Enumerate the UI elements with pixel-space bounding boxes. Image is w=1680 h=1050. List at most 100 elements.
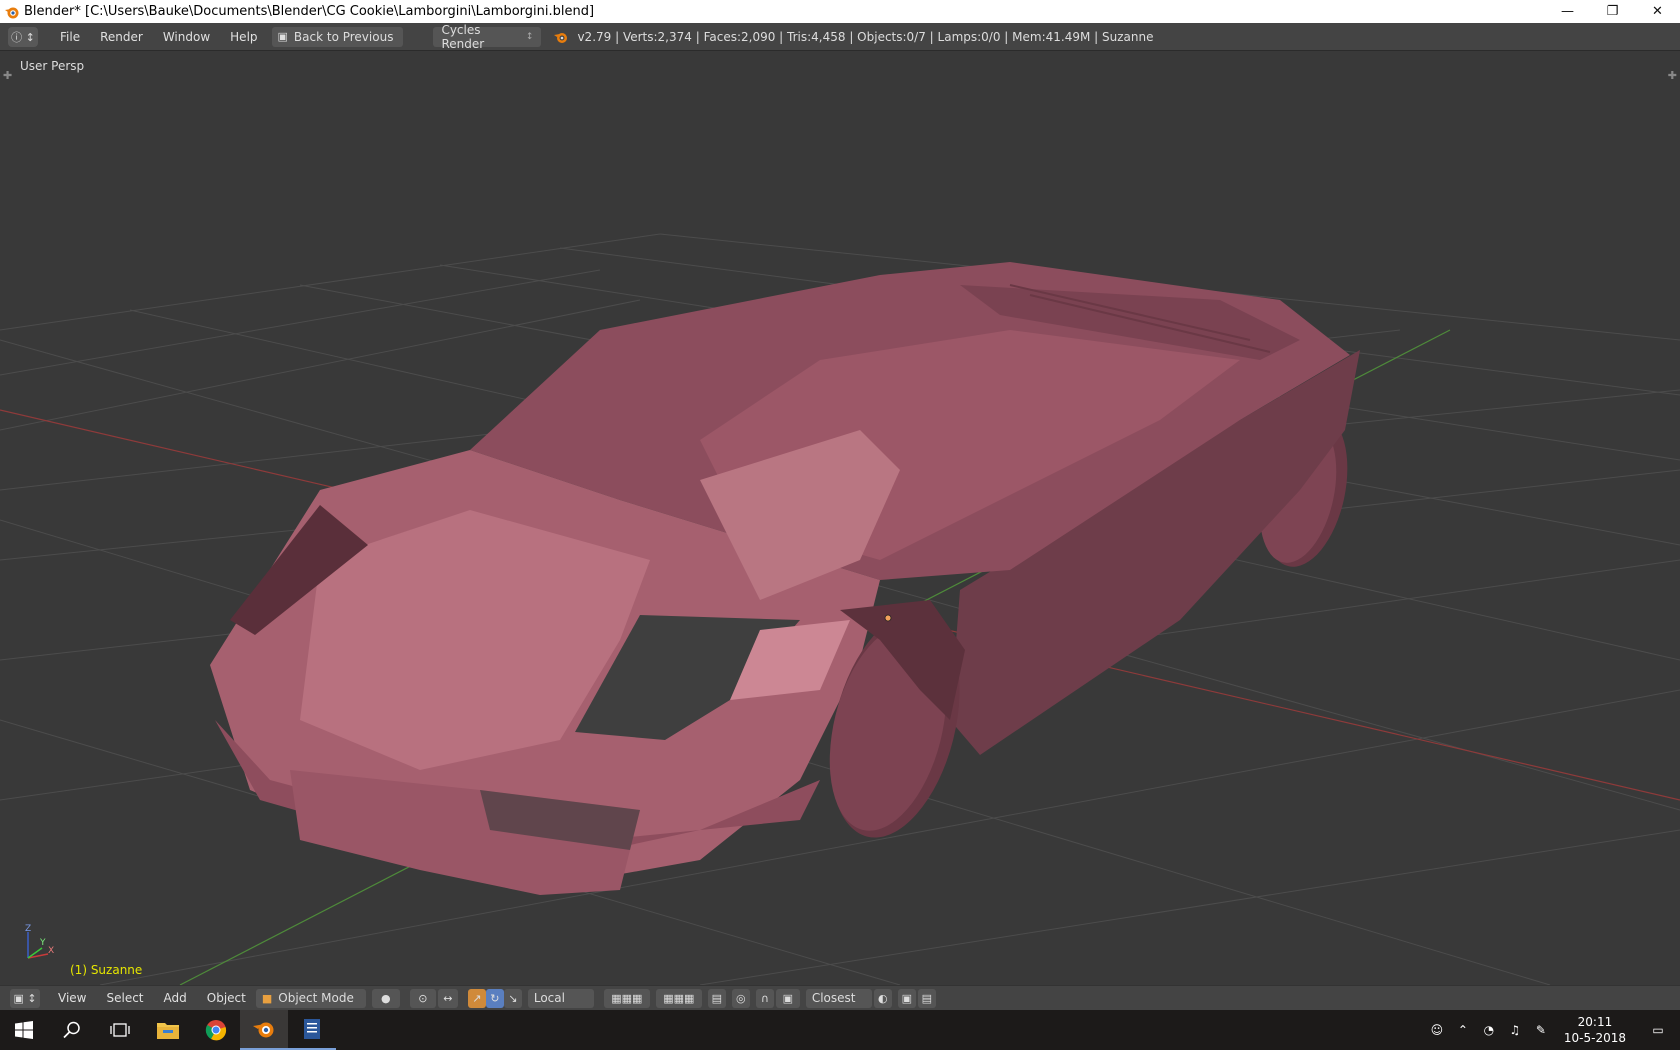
orientation-label: Local	[533, 991, 565, 1005]
menu-render[interactable]: Render	[90, 23, 153, 51]
lock-icon: ▤	[711, 991, 723, 1005]
scale-manipulator[interactable]: ↘	[503, 988, 522, 1008]
wifi-icon: ◔	[1483, 1023, 1495, 1037]
proportional-icon: ◎	[736, 991, 746, 1005]
layers-grid-1[interactable]: ▦▦▦	[603, 988, 650, 1008]
people-button[interactable]: ☺	[1424, 1010, 1450, 1050]
window-titlebar: Blender* [C:\Users\Bauke\Documents\Blend…	[0, 0, 1680, 23]
render-engine-select[interactable]: Cycles Render ↕	[433, 23, 542, 51]
blender-icon	[253, 1022, 274, 1038]
mode-select[interactable]: ■ Object Mode	[255, 988, 366, 1008]
search-button[interactable]	[48, 1010, 96, 1050]
clock[interactable]: 20:11 10-5-2018	[1564, 1014, 1626, 1046]
car-model[interactable]	[210, 262, 1360, 895]
stats-text: v2.79 | Verts:2,374 | Faces:2,090 | Tris…	[577, 29, 1154, 44]
notepad-icon	[304, 1019, 320, 1039]
dropdown-arrows-icon: ↕	[525, 31, 534, 42]
system-tray: ☺ ⌃ ◔ ♫ ✎ 20:11 10-5-2018 ▭	[1424, 1010, 1680, 1050]
chrome-button[interactable]	[192, 1010, 240, 1050]
menu-file[interactable]: File	[50, 23, 90, 51]
windows-taskbar: ☺ ⌃ ◔ ♫ ✎ 20:11 10-5-2018 ▭	[0, 1010, 1680, 1050]
lock-camera-button[interactable]: ▤	[707, 988, 726, 1008]
layers-icon: ▦▦▦	[611, 991, 643, 1005]
window-title: Blender* [C:\Users\Bauke\Documents\Blend…	[24, 4, 595, 19]
layers-grid-2[interactable]: ▦▦▦	[655, 988, 702, 1008]
camera-icon: ▣	[901, 991, 913, 1005]
rotate-manipulator[interactable]: ↻	[485, 988, 504, 1008]
file-explorer-icon	[157, 1023, 179, 1039]
menu-add[interactable]: Add	[154, 991, 197, 1005]
file-explorer-button[interactable]	[144, 1010, 192, 1050]
hidden-icons-button[interactable]: ⌃	[1450, 1010, 1476, 1050]
editor-type-button[interactable]: ⓘ ↕	[8, 26, 38, 47]
close-icon: ✕	[1652, 4, 1663, 19]
network-button[interactable]: ◔	[1476, 1010, 1502, 1050]
translate-manipulator[interactable]: ↗	[467, 988, 486, 1008]
minimize-icon: —	[1561, 4, 1574, 19]
notification-icon: ▭	[1652, 1023, 1664, 1037]
render-animation-button[interactable]: ▤	[917, 988, 936, 1008]
manipulator-icon: ↔	[443, 991, 453, 1005]
axis-label-x: X	[48, 946, 55, 956]
minimize-button[interactable]: —	[1545, 0, 1590, 23]
start-button[interactable]	[0, 1010, 48, 1050]
blender-logo-icon	[554, 32, 568, 43]
chrome-icon	[205, 1020, 227, 1041]
manipulator-toggle[interactable]: ↔	[437, 988, 458, 1008]
restore-icon: ❐	[1606, 4, 1619, 19]
clock-date: 10-5-2018	[1563, 1031, 1626, 1045]
rotate-icon: ↻	[490, 991, 500, 1005]
properties-toggle-icon[interactable]: ✚	[1668, 69, 1677, 82]
people-icon: ☺	[1430, 1023, 1444, 1037]
pivot-point-select[interactable]: ⊙	[409, 988, 436, 1008]
3d-viewport[interactable]: Z X Y User Persp ✚ ✚ (1) Suzanne	[0, 51, 1680, 985]
pivot-icon: ⊙	[418, 991, 428, 1005]
mode-label: Object Mode	[278, 991, 354, 1005]
speaker-icon: ♫	[1509, 1023, 1521, 1037]
snap-element-select[interactable]: ▣	[775, 988, 800, 1008]
restore-button[interactable]: ❐	[1590, 0, 1635, 23]
snap-target-label: Closest	[811, 991, 856, 1005]
screen-icon: ▣	[277, 30, 288, 43]
toolshelf-toggle-icon[interactable]: ✚	[3, 69, 12, 82]
magnet-icon: ∩	[760, 991, 769, 1005]
pen-icon: ✎	[1535, 1023, 1546, 1037]
editor-type-button[interactable]: ▣ ↕	[10, 988, 40, 1008]
opengl-render-button[interactable]: ◐	[873, 988, 892, 1008]
task-view-icon	[110, 1023, 130, 1037]
viewport-shading-select[interactable]: ●	[371, 988, 400, 1008]
shading-sphere-icon: ●	[381, 991, 391, 1005]
volume-button[interactable]: ♫	[1502, 1010, 1528, 1050]
menu-help[interactable]: Help	[220, 23, 267, 51]
render-image-button[interactable]: ▣	[897, 988, 916, 1008]
snap-element-icon: ▣	[782, 991, 794, 1005]
menu-view[interactable]: View	[48, 991, 96, 1005]
clapper-icon: ▤	[921, 991, 933, 1005]
menu-object[interactable]: Object	[197, 991, 256, 1005]
axis-label-y: Y	[40, 938, 46, 948]
task-view-button[interactable]	[96, 1010, 144, 1050]
info-icon: ⓘ ↕	[11, 30, 35, 44]
menu-select[interactable]: Select	[96, 991, 153, 1005]
back-to-previous-button[interactable]: ▣ Back to Previous	[271, 26, 404, 47]
close-button[interactable]: ✕	[1635, 0, 1680, 23]
start-icon	[15, 1021, 33, 1039]
transform-orientation-select[interactable]: Local	[527, 988, 594, 1008]
action-center-button[interactable]: ▭	[1636, 1010, 1680, 1050]
active-object-label: (1) Suzanne	[70, 963, 143, 977]
proportional-edit-button[interactable]: ◎	[731, 988, 750, 1008]
render-icon: ◐	[878, 991, 888, 1005]
scene-stats: v2.79 | Verts:2,374 | Faces:2,090 | Tris…	[553, 29, 1153, 45]
chevron-up-icon: ⌃	[1457, 1023, 1468, 1037]
snap-target-select[interactable]: Closest	[805, 988, 872, 1008]
search-icon	[63, 1021, 80, 1039]
notepad-button[interactable]	[288, 1010, 336, 1050]
menu-window[interactable]: Window	[153, 23, 220, 51]
viewport-scene	[0, 233, 1680, 985]
snap-toggle[interactable]: ∩	[755, 988, 774, 1008]
axis-label-z: Z	[25, 924, 32, 934]
blender-taskbar-button[interactable]	[240, 1010, 288, 1050]
blender-icon	[5, 7, 19, 18]
pen-button[interactable]: ✎	[1528, 1010, 1554, 1050]
translate-icon: ↗	[472, 991, 482, 1005]
